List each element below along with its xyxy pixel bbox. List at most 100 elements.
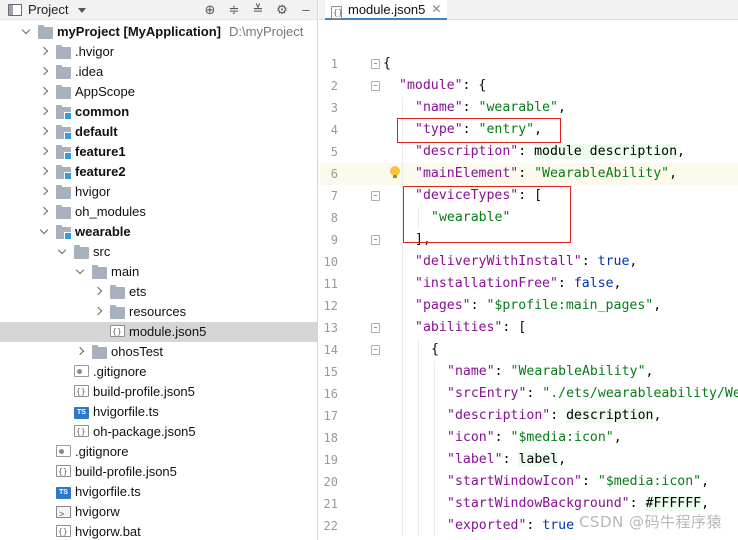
chevron-right-icon[interactable] xyxy=(40,48,48,56)
code-line[interactable]: 15 "name": "WearableAbility", xyxy=(319,361,738,383)
chevron-right-icon[interactable] xyxy=(40,188,48,196)
tree-item[interactable]: src xyxy=(0,242,317,262)
code-token: : { xyxy=(462,78,487,93)
code-token: "pages" xyxy=(415,298,471,313)
code-line[interactable]: 16 "srcEntry": "./ets/wearableability/We xyxy=(319,383,738,405)
project-view-title[interactable]: Project xyxy=(28,2,68,17)
tree-item[interactable]: module.json5 xyxy=(0,322,317,342)
code-line[interactable]: 11 "installationFree": false, xyxy=(319,273,738,295)
tree-item[interactable]: .gitignore xyxy=(0,442,317,462)
chevron-right-icon[interactable] xyxy=(40,128,48,136)
code-line[interactable]: 13 "abilities": [ xyxy=(319,317,738,339)
tree-item[interactable]: default xyxy=(0,122,317,142)
code-token: { xyxy=(383,56,391,71)
tree-item[interactable]: .idea xyxy=(0,62,317,82)
fold-toggle-icon[interactable] xyxy=(371,323,380,333)
code-text: "abilities": [ xyxy=(415,317,526,339)
tree-item[interactable]: common xyxy=(0,102,317,122)
tree-item[interactable]: TS hvigorfile.ts xyxy=(0,482,317,502)
collapse-all-icon[interactable]: ≚ xyxy=(251,3,265,17)
fold-toggle-icon[interactable] xyxy=(371,81,380,91)
json-file-icon xyxy=(56,525,71,538)
tree-item-label: feature2 xyxy=(75,162,126,182)
chevron-right-icon[interactable] xyxy=(40,88,48,96)
tree-item[interactable]: myProject [MyApplication] D:\myProject xyxy=(0,22,317,42)
code-line[interactable]: 20 "startWindowIcon": "$media:icon", xyxy=(319,471,738,493)
chevron-right-icon[interactable] xyxy=(40,68,48,76)
indent-guide xyxy=(418,383,419,405)
tree-item[interactable]: ets xyxy=(0,282,317,302)
chevron-right-icon[interactable] xyxy=(40,148,48,156)
chevron-down-icon[interactable] xyxy=(76,268,84,276)
tree-item[interactable]: wearable xyxy=(0,222,317,242)
code-line[interactable]: 3 "name": "wearable", xyxy=(319,97,738,119)
chevron-down-icon[interactable] xyxy=(22,28,30,36)
code-line[interactable]: 6 "mainElement": "WearableAbility", xyxy=(319,163,738,185)
code-line[interactable]: 12 "pages": "$profile:main_pages", xyxy=(319,295,738,317)
tree-item-name: build-profile.json5 xyxy=(75,464,177,479)
code-line[interactable]: 5 "description": module description, xyxy=(319,141,738,163)
tree-item[interactable]: resources xyxy=(0,302,317,322)
expand-all-icon[interactable]: ≑ xyxy=(227,3,241,17)
tree-item-label: feature1 xyxy=(75,142,126,162)
code-text: { xyxy=(383,53,391,75)
tree-item[interactable]: AppScope xyxy=(0,82,317,102)
tree-item[interactable]: TS hvigorfile.ts xyxy=(0,402,317,422)
tree-item[interactable]: ohosTest xyxy=(0,342,317,362)
indent-guide xyxy=(402,427,403,449)
tree-item[interactable]: main xyxy=(0,262,317,282)
code-token: true xyxy=(542,518,575,533)
code-line[interactable]: 1{ xyxy=(319,53,738,75)
close-icon[interactable]: ✕ xyxy=(431,2,441,16)
chevron-down-icon[interactable] xyxy=(58,248,66,256)
code-line[interactable]: 17 "description": description, xyxy=(319,405,738,427)
folder-icon xyxy=(110,285,125,299)
tree-item[interactable]: .gitignore xyxy=(0,362,317,382)
fold-toggle-icon[interactable] xyxy=(371,59,380,69)
gitignore-file-icon xyxy=(56,445,71,457)
tree-item[interactable]: hvigorw.bat xyxy=(0,522,317,540)
tree-item[interactable]: oh-package.json5 xyxy=(0,422,317,442)
lightbulb-icon[interactable] xyxy=(390,166,400,178)
code-line[interactable]: 14 { xyxy=(319,339,738,361)
chevron-right-icon[interactable] xyxy=(94,288,102,296)
tree-item[interactable]: feature2 xyxy=(0,162,317,182)
line-number: 22 xyxy=(323,519,338,533)
code-line[interactable]: 18 "icon": "$media:icon", xyxy=(319,427,738,449)
tree-item[interactable]: feature1 xyxy=(0,142,317,162)
module-folder-icon xyxy=(56,145,72,160)
typescript-file-icon: TS xyxy=(74,407,89,419)
code-line[interactable]: 2 "module": { xyxy=(319,75,738,97)
fold-toggle-icon[interactable] xyxy=(371,345,380,355)
tree-item[interactable]: oh_modules xyxy=(0,202,317,222)
fold-toggle-icon[interactable] xyxy=(371,235,380,245)
indent-guide xyxy=(402,273,403,295)
chevron-right-icon[interactable] xyxy=(40,208,48,216)
tree-item-label: oh_modules xyxy=(75,202,146,222)
line-number: 6 xyxy=(330,167,338,181)
tree-item[interactable]: build-profile.json5 xyxy=(0,382,317,402)
code-token: , xyxy=(645,364,654,379)
hide-icon[interactable]: – xyxy=(299,3,313,17)
fold-toggle-icon[interactable] xyxy=(371,191,380,201)
chevron-right-icon[interactable] xyxy=(76,348,84,356)
tree-item[interactable]: hvigor xyxy=(0,182,317,202)
tree-item[interactable]: build-profile.json5 xyxy=(0,462,317,482)
tree-item[interactable]: .hvigor xyxy=(0,42,317,62)
indent-guide xyxy=(402,339,403,361)
code-line[interactable]: 10 "deliveryWithInstall": true, xyxy=(319,251,738,273)
locate-icon[interactable]: ⊕ xyxy=(203,3,217,17)
chevron-down-icon[interactable] xyxy=(78,7,87,13)
line-number: 12 xyxy=(323,299,338,313)
chevron-right-icon[interactable] xyxy=(94,308,102,316)
chevron-right-icon[interactable] xyxy=(40,168,48,176)
chevron-down-icon[interactable] xyxy=(40,228,48,236)
tree-item[interactable]: hvigorw xyxy=(0,502,317,524)
indent-guide xyxy=(434,493,435,515)
tree-item-name: feature1 xyxy=(75,144,126,159)
code-line[interactable]: 19 "label": label, xyxy=(319,449,738,471)
chevron-right-icon[interactable] xyxy=(40,108,48,116)
settings-icon[interactable]: ⚙ xyxy=(275,3,289,17)
tab-module-json5[interactable]: module.json5 ✕ xyxy=(325,0,448,20)
line-number: 1 xyxy=(330,57,338,71)
